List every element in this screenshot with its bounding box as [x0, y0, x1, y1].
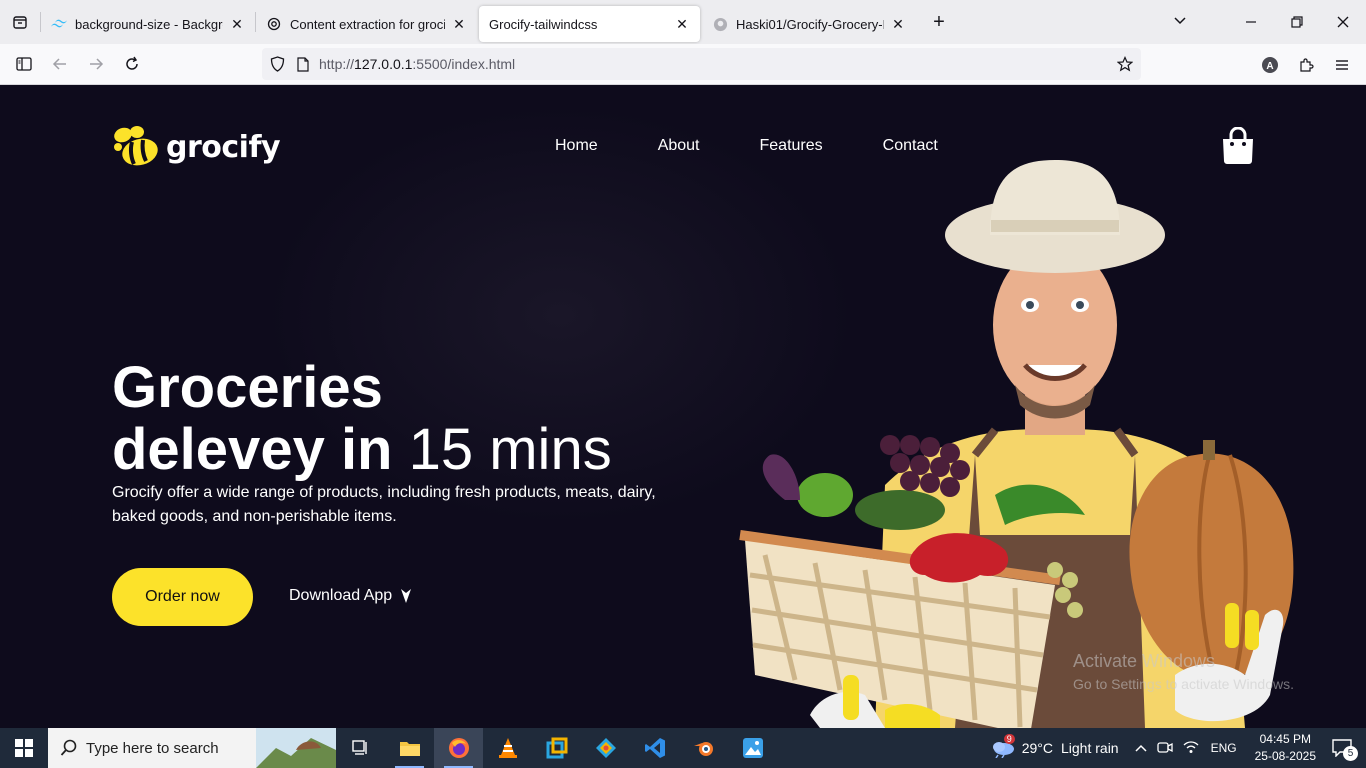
vlc-icon[interactable] — [483, 728, 532, 768]
firefox-view-icon[interactable] — [0, 0, 40, 44]
chatgpt-icon — [266, 16, 282, 32]
notification-count: 5 — [1343, 746, 1358, 761]
notifications-icon[interactable]: 5 — [1332, 739, 1358, 761]
close-window-icon[interactable] — [1320, 0, 1366, 44]
tab-github-repo[interactable]: Haski01/Grocify-Grocery-Delive ✕ — [702, 6, 916, 42]
logo-text: grocify — [166, 129, 281, 165]
tab-background-size[interactable]: background-size - Backgrounds ✕ — [41, 6, 255, 42]
hero-line-2: delevey in — [112, 417, 409, 482]
tab-title: Content extraction for grocify — [290, 16, 445, 32]
nav-features[interactable]: Features — [760, 137, 823, 155]
reload-icon[interactable] — [114, 48, 150, 80]
nav-about[interactable]: About — [658, 137, 700, 155]
system-tray: 9 29°C Light rain ENG 04:45 PM 25-08-202… — [990, 728, 1366, 768]
url-path: :5500/index.html — [412, 56, 516, 72]
watermark-subtitle: Go to Settings to activate Windows. — [1073, 676, 1294, 692]
activate-windows-watermark: Activate Windows Go to Settings to activ… — [1073, 651, 1294, 692]
app-window-icon[interactable] — [532, 728, 581, 768]
tab-content-extraction[interactable]: Content extraction for grocify ✕ — [256, 6, 477, 42]
watermark-title: Activate Windows — [1073, 651, 1216, 671]
search-placeholder: Type here to search — [86, 739, 219, 757]
language-indicator[interactable]: ENG — [1211, 741, 1237, 755]
windows-taskbar: Type here to search 9 29°C Light rain EN… — [0, 728, 1366, 768]
url-bar[interactable]: http://127.0.0.1:5500/index.html — [262, 48, 1141, 80]
tab-grocify-tailwindcss[interactable]: Grocify-tailwindcss ✕ — [479, 6, 700, 42]
url-host: 127.0.0.1 — [354, 56, 413, 72]
close-icon[interactable]: ✕ — [674, 16, 690, 33]
windows-start-icon[interactable] — [0, 728, 48, 768]
back-arrow-icon[interactable] — [42, 48, 78, 80]
tailwind-icon — [51, 16, 67, 32]
chevron-down-icon[interactable] — [1172, 12, 1188, 33]
minimize-icon[interactable] — [1228, 0, 1274, 44]
weather-badge: 9 — [1003, 734, 1015, 744]
main-nav: Home About Features Contact — [555, 137, 998, 155]
nav-contact[interactable]: Contact — [883, 137, 938, 155]
window-controls — [1228, 0, 1366, 44]
tab-title: Grocify-tailwindcss — [489, 16, 598, 32]
download-app-label: Download App — [289, 587, 393, 604]
shield-icon[interactable] — [270, 56, 285, 72]
nav-home[interactable]: Home — [555, 137, 598, 155]
browser-navbar: http://127.0.0.1:5500/index.html A — [0, 44, 1366, 85]
hero-heading: Groceries delevey in 15 mins — [112, 357, 612, 481]
search-icon — [60, 739, 78, 757]
clock[interactable]: 04:45 PM 25-08-2025 — [1255, 731, 1316, 765]
taskbar-search-box[interactable]: Type here to search — [48, 728, 336, 768]
clock-date: 25-08-2025 — [1254, 749, 1316, 763]
bee-logo-icon — [114, 126, 158, 166]
extensions-puzzle-icon[interactable] — [1288, 49, 1324, 81]
file-explorer-icon[interactable] — [385, 728, 434, 768]
hero-line-1: Groceries — [112, 355, 383, 420]
url-prefix: http:// — [319, 56, 355, 72]
sidebar-icon[interactable] — [6, 48, 42, 80]
tray-chevron-up-icon[interactable] — [1135, 740, 1147, 756]
search-highlight-image — [256, 728, 336, 768]
hero-line-2-number: 15 mins — [408, 417, 612, 482]
forward-arrow-icon[interactable] — [78, 48, 114, 80]
tab-title: background-size - Backgrounds — [75, 16, 223, 32]
hero-farmer-image — [739, 160, 1294, 728]
page-icon[interactable] — [297, 56, 309, 72]
grocify-logo[interactable]: grocify — [112, 125, 281, 169]
meet-now-icon[interactable] — [1156, 740, 1173, 757]
clock-time: 04:45 PM — [1259, 732, 1311, 746]
weather-desc: Light rain — [1061, 740, 1119, 756]
wifi-icon[interactable] — [1183, 740, 1199, 757]
weather-widget[interactable]: 9 29°C Light rain — [990, 734, 1119, 758]
vscode-icon[interactable] — [630, 728, 679, 768]
bookmark-star-icon[interactable] — [1117, 56, 1133, 72]
hamburger-menu-icon[interactable] — [1324, 49, 1360, 81]
avatar-initial: A — [1266, 61, 1273, 72]
firefox-icon[interactable] — [434, 728, 483, 768]
hero-description: Grocify offer a wide range of products, … — [112, 484, 656, 525]
grocify-page: grocify Home About Features Contact Groc… — [0, 85, 1366, 728]
weather-temp: 29°C — [1021, 740, 1053, 756]
image-app-icon[interactable] — [728, 728, 777, 768]
toolbar-right: A — [1252, 44, 1366, 85]
account-avatar[interactable]: A — [1252, 49, 1288, 81]
close-icon[interactable]: ✕ — [229, 16, 245, 33]
tab-title: Haski01/Grocify-Grocery-Delive — [736, 16, 884, 32]
order-now-button[interactable]: Order now — [112, 568, 253, 626]
browser-tab-strip: background-size - Backgrounds ✕ Content … — [0, 0, 1366, 44]
restore-icon[interactable] — [1274, 0, 1320, 44]
blender-icon[interactable] — [679, 728, 728, 768]
close-icon[interactable]: ✕ — [890, 16, 906, 33]
rain-cloud-icon: 9 — [990, 734, 1016, 758]
download-arrow-icon — [401, 589, 412, 603]
url-text[interactable]: http://127.0.0.1:5500/index.html — [319, 56, 515, 72]
close-icon[interactable]: ✕ — [451, 16, 467, 33]
download-app-link[interactable]: Download App — [289, 587, 412, 605]
git-diamond-icon[interactable] — [581, 728, 630, 768]
github-icon — [712, 16, 728, 32]
task-view-icon[interactable] — [336, 728, 385, 768]
new-tab-button[interactable]: + — [922, 5, 956, 39]
